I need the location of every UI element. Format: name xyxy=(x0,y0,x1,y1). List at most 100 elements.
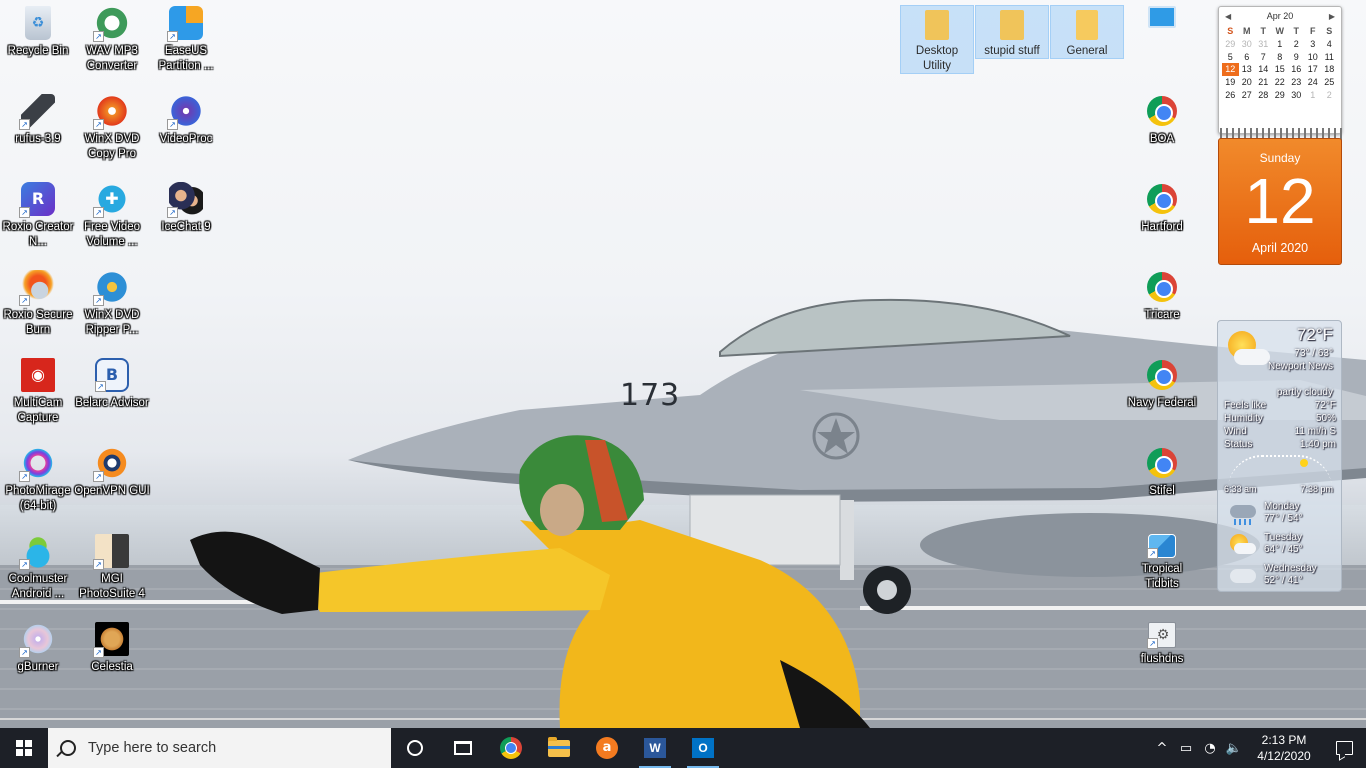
calendar-day[interactable]: 1 xyxy=(1305,88,1322,101)
calendar-day[interactable]: 21 xyxy=(1255,76,1272,89)
calendar-day-card[interactable]: Sunday 12 April 2020 xyxy=(1218,138,1342,265)
taskbar-chrome-button[interactable] xyxy=(487,728,535,768)
gear-script-icon: ⚙ ↗ xyxy=(1147,622,1176,649)
calendar-day[interactable]: 13 xyxy=(1239,63,1256,76)
calendar-day[interactable]: 11 xyxy=(1321,50,1338,63)
calendar-day[interactable]: 7 xyxy=(1255,50,1272,63)
calendar-day[interactable]: 30 xyxy=(1239,38,1256,51)
weather-gadget[interactable]: 72°F 73° / 63° Newport News partly cloud… xyxy=(1217,320,1342,592)
calendar-day[interactable]: 23 xyxy=(1288,76,1305,89)
desktop-icon-coolmuster[interactable]: ↗ Coolmuster Android ... xyxy=(0,534,76,602)
calendar-day[interactable]: 24 xyxy=(1305,76,1322,89)
calendar-day[interactable]: 19 xyxy=(1222,76,1239,89)
taskbar-file-explorer-button[interactable] xyxy=(535,728,583,768)
forecast-temps: 77° / 54° xyxy=(1264,513,1303,524)
desktop-icon-photomirage[interactable]: ↗ PhotoMirage (64-bit) xyxy=(0,446,76,514)
desktop-icon-recycle-bin[interactable]: ♻ Recycle Bin xyxy=(0,6,76,59)
calendar-day[interactable]: 31 xyxy=(1255,38,1272,51)
desktop-icon-roxio-creator[interactable]: R ↗ Roxio Creator N... xyxy=(0,182,76,250)
desktop-icon-rufus[interactable]: ↗ rufus-3.9 xyxy=(0,94,76,147)
desktop-folder-stupid-stuff[interactable]: stupid stuff xyxy=(975,5,1049,59)
calendar-day[interactable]: 29 xyxy=(1222,38,1239,51)
battery-icon[interactable]: ▭ xyxy=(1174,728,1198,768)
calendar-gadget[interactable]: ◀ Apr 20 ▶ S M T W T F S 29 30 31 1 2 3 … xyxy=(1218,6,1342,134)
taskbar-search-input[interactable] xyxy=(88,740,348,756)
desktop-icon-roxio-secure-burn[interactable]: ↗ Roxio Secure Burn xyxy=(0,270,76,338)
calendar-day[interactable]: 29 xyxy=(1272,88,1289,101)
cloud-shape xyxy=(1234,543,1256,554)
calendar-day[interactable]: 20 xyxy=(1239,76,1256,89)
crewman-ear-protector xyxy=(540,484,584,536)
calendar-day[interactable]: 3 xyxy=(1305,38,1322,51)
calendar-day[interactable]: 15 xyxy=(1272,63,1289,76)
show-hidden-icons-chevron-icon[interactable]: ^ xyxy=(1150,728,1174,768)
desktop-icon-icechat[interactable]: ↗ IceChat 9 xyxy=(148,182,224,235)
desktop-icon-boa[interactable]: BOA xyxy=(1124,94,1200,147)
calendar-day[interactable]: 2 xyxy=(1288,38,1305,51)
calendar-day[interactable]: 22 xyxy=(1272,76,1289,89)
calendar-day[interactable]: 8 xyxy=(1272,50,1289,63)
desktop-icon-tropical-tidbits[interactable]: ↗ Tropical Tidbits xyxy=(1124,534,1200,592)
taskbar-clock[interactable]: 2:13 PM 4/12/2020 xyxy=(1246,732,1322,764)
calendar-day[interactable]: 10 xyxy=(1305,50,1322,63)
calendar-day-today[interactable]: 12 xyxy=(1222,63,1239,76)
desktop-icon-gburner[interactable]: ↗ gBurner xyxy=(0,622,76,675)
calendar-day[interactable]: 25 xyxy=(1321,76,1338,89)
calendar-day[interactable]: 1 xyxy=(1272,38,1289,51)
calendar-day[interactable]: 14 xyxy=(1255,63,1272,76)
desktop-icon-openvpn[interactable]: ↗ OpenVPN GUI xyxy=(74,446,150,499)
desktop-icon-winx-dvd-copy[interactable]: ↗ WinX DVD Copy Pro xyxy=(74,94,150,162)
calendar-day[interactable]: 26 xyxy=(1222,88,1239,101)
desktop-icon-mgi-photosuite[interactable]: ↗ MGI PhotoSuite 4 xyxy=(74,534,150,602)
calendar-day[interactable]: 17 xyxy=(1305,63,1322,76)
desktop-icon-belarc-advisor[interactable]: B ↗ Belarc Advisor xyxy=(74,358,150,411)
calendar-day[interactable]: 6 xyxy=(1239,50,1256,63)
chrome-icon xyxy=(500,737,522,759)
folder-icon xyxy=(1076,10,1098,40)
cortana-button[interactable] xyxy=(391,728,439,768)
desktop-icon-free-video-volume[interactable]: ✚ ↗ Free Video Volume ... xyxy=(74,182,150,250)
desktop-icon-wav-mp3-converter[interactable]: ↗ WAV MP3 Converter xyxy=(74,6,150,74)
taskbar: a W O ^ ▭ ◔ 🔈 2:13 PM 4/12/2020 xyxy=(0,728,1366,768)
desktop-icon-stifel[interactable]: Stifel xyxy=(1124,446,1200,499)
desktop-folder-general[interactable]: General xyxy=(1050,5,1124,59)
calendar-day[interactable]: 4 xyxy=(1321,38,1338,51)
calendar-next-icon[interactable]: ▶ xyxy=(1329,12,1335,21)
desktop-icon-winx-dvd-ripper[interactable]: ↗ WinX DVD Ripper P... xyxy=(74,270,150,338)
action-center-button[interactable] xyxy=(1322,728,1366,768)
calendar-day[interactable]: 28 xyxy=(1255,88,1272,101)
weather-city: Newport News xyxy=(1267,361,1333,372)
desktop-folder-desktop-utility[interactable]: Desktop Utility xyxy=(900,5,974,74)
calendar-day[interactable]: 30 xyxy=(1288,88,1305,101)
desktop-icon-hartford[interactable]: Hartford xyxy=(1124,182,1200,235)
calendar-day[interactable]: 5 xyxy=(1222,50,1239,63)
wifi-icon[interactable]: ◔ xyxy=(1198,728,1222,768)
calendar-prev-icon[interactable]: ◀ xyxy=(1225,12,1231,21)
taskbar-word-button[interactable]: W xyxy=(631,728,679,768)
calendar-day[interactable]: 9 xyxy=(1288,50,1305,63)
calendar-day[interactable]: 27 xyxy=(1239,88,1256,101)
cloud-shape xyxy=(1234,349,1270,365)
taskbar-avast-button[interactable]: a xyxy=(583,728,631,768)
task-view-button[interactable] xyxy=(439,728,487,768)
desktop-icon-celestia[interactable]: ↗ Celestia xyxy=(74,622,150,675)
taskbar-search-box[interactable] xyxy=(48,728,391,768)
desktop-icon-this-pc[interactable] xyxy=(1124,6,1200,32)
taskbar-outlook-button[interactable]: O xyxy=(679,728,727,768)
volume-icon[interactable]: 🔈 xyxy=(1222,728,1246,768)
start-button[interactable] xyxy=(0,728,48,768)
calendar-day[interactable]: 18 xyxy=(1321,63,1338,76)
recycle-bin-icon: ♻ xyxy=(25,6,51,40)
partly-cloudy-icon xyxy=(1228,534,1256,556)
weather-detail-label: Humidity xyxy=(1224,413,1263,424)
chrome-icon xyxy=(1147,184,1177,214)
desktop-icon-navy-federal[interactable]: Navy Federal xyxy=(1124,358,1200,411)
calendar-day[interactable]: 2 xyxy=(1321,88,1338,101)
desktop-icon-easeus[interactable]: ↗ EaseUS Partition ... xyxy=(148,6,224,74)
photomirage-swirl-icon: ↗ xyxy=(19,446,55,482)
desktop-icon-multicam-capture[interactable]: ◉ MultiCam Capture xyxy=(0,358,76,426)
desktop-icon-tricare[interactable]: Tricare xyxy=(1124,270,1200,323)
calendar-day[interactable]: 16 xyxy=(1288,63,1305,76)
desktop-icon-videoproc[interactable]: ↗ VideoProc xyxy=(148,94,224,147)
desktop-icon-flushdns[interactable]: ⚙ ↗ flushdns xyxy=(1124,622,1200,667)
